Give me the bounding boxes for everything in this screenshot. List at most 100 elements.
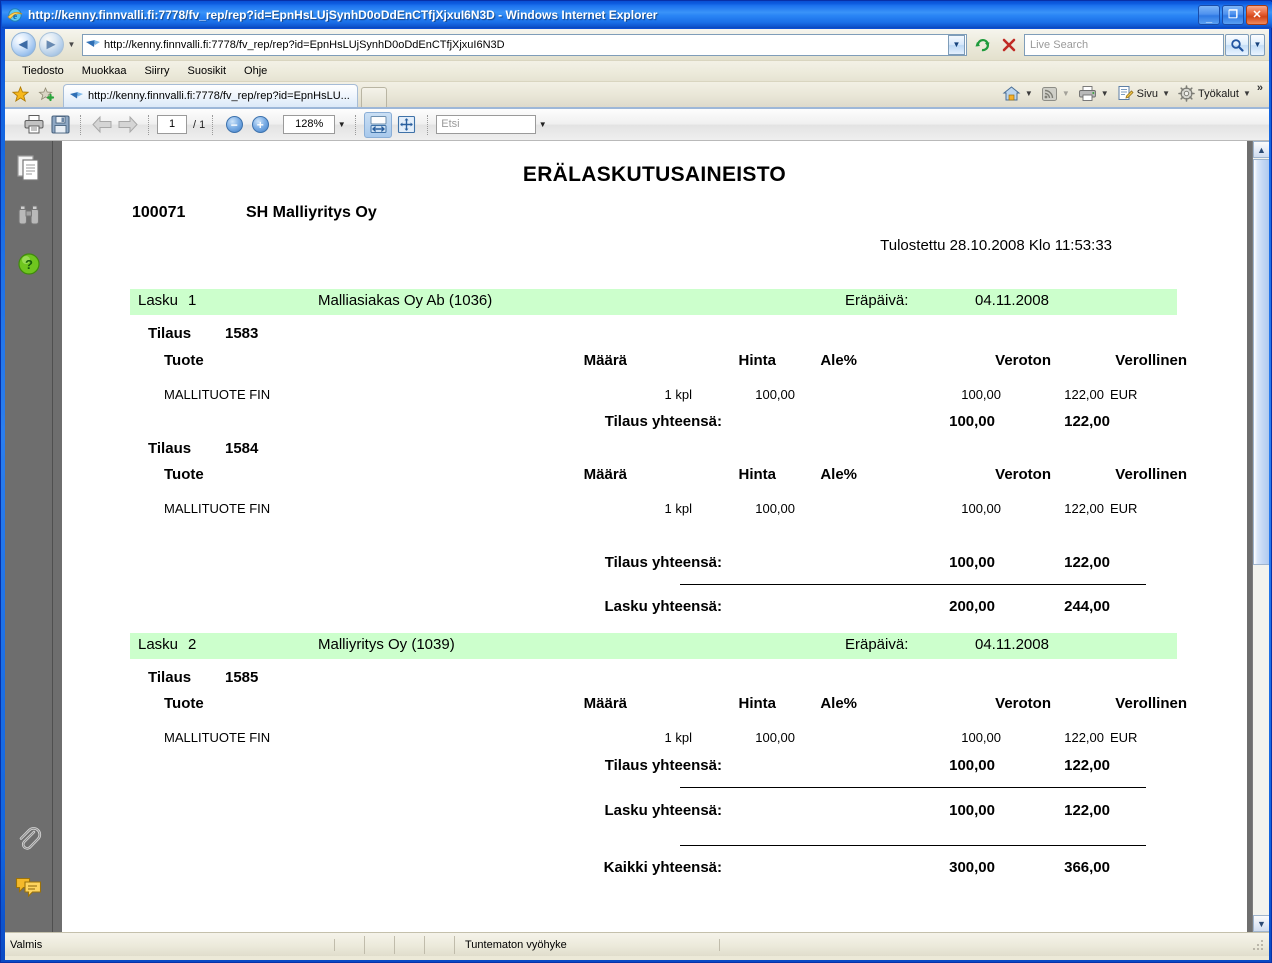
fit-page-button[interactable] [392, 112, 420, 138]
forward-button[interactable]: ► [37, 32, 65, 58]
page-title: ERÄLASKUTUSAINEISTO [522, 163, 787, 186]
favorites-center-star-icon[interactable] [9, 83, 31, 105]
tools-menu-button[interactable]: Työkalut ▼ [1176, 83, 1257, 105]
line-quantity: 1 kpl [664, 501, 692, 516]
command-overflow-icon[interactable]: » [1257, 82, 1263, 94]
menu-item-muokkaa[interactable]: Muokkaa [73, 63, 136, 79]
status-cell [425, 935, 455, 954]
print-button[interactable]: ▼ [1076, 83, 1115, 105]
feeds-button[interactable]: ▼ [1039, 83, 1076, 105]
invoice-total-label: Lasku yhteensä: [604, 802, 722, 819]
live-search-placeholder: Live Search [1030, 38, 1089, 51]
grand-total-label: Kaikki yhteensä: [603, 859, 722, 876]
find-input[interactable]: Etsi [436, 115, 537, 134]
maximize-button[interactable]: ❐ [1222, 5, 1244, 25]
back-arrow-icon: ◄ [10, 32, 36, 57]
search-icon[interactable] [1225, 33, 1249, 56]
invoice-total-gross: 244,00 [1064, 598, 1110, 615]
help-icon[interactable]: ? [14, 249, 44, 279]
order-total-gross: 122,00 [1064, 757, 1110, 774]
printed-timestamp: Tulostettu 28.10.2008 Klo 11:53:33 [880, 237, 1112, 254]
invoice-number: 2 [188, 636, 197, 653]
attachments-paperclip-icon[interactable] [14, 824, 44, 854]
page-menu-button[interactable]: Sivu ▼ [1115, 83, 1176, 105]
pdf-view-area: ? ERÄLASKUTUSAINEISTO 100071 SH Malliyri… [5, 141, 1269, 932]
pdf-save-button[interactable] [47, 113, 73, 137]
column-header-price: Hinta [738, 352, 777, 369]
toolbar-separator [427, 114, 429, 135]
zoom-chevron-down-icon[interactable]: ▼ [335, 116, 348, 134]
order-total-net: 100,00 [949, 413, 995, 430]
next-page-button[interactable] [115, 113, 141, 137]
invoice-total-net: 100,00 [949, 802, 995, 819]
close-button[interactable]: ✕ [1246, 5, 1268, 25]
scroll-up-button[interactable]: ▲ [1253, 141, 1269, 158]
menu-item-suosikit[interactable]: Suosikit [179, 63, 236, 79]
security-zone-label[interactable]: Tuntematon vyöhyke [455, 938, 720, 951]
page-chevron-down-icon[interactable]: ▼ [1162, 89, 1170, 98]
home-chevron-down-icon[interactable]: ▼ [1025, 89, 1033, 98]
scroll-down-button[interactable]: ▼ [1253, 915, 1269, 932]
toolbar-separator [355, 114, 357, 135]
resize-grip-icon[interactable] [1251, 938, 1265, 952]
recent-pages-chevron-down-icon[interactable]: ▼ [65, 33, 78, 57]
stop-button[interactable] [997, 33, 1021, 57]
add-to-favorites-icon[interactable] [35, 83, 57, 105]
column-header-price: Hinta [738, 466, 777, 483]
pages-panel-icon[interactable] [14, 153, 44, 183]
line-quantity: 1 kpl [664, 387, 692, 402]
pdf-print-button[interactable] [21, 113, 47, 137]
address-chevron-down-icon[interactable]: ▼ [948, 34, 965, 55]
line-product: MALLITUOTE FIN [164, 730, 271, 745]
column-header-product: Tuote [164, 466, 204, 483]
vertical-scrollbar[interactable]: ▲ ▼ [1252, 141, 1269, 932]
refresh-button[interactable] [971, 33, 995, 57]
tab-active[interactable]: http://kenny.finnvalli.fi:7778/fv_rep/re… [63, 84, 358, 107]
scrollbar-thumb[interactable] [1253, 159, 1269, 565]
tools-menu-label: Työkalut [1197, 87, 1239, 100]
zoom-in-button[interactable]: + [247, 113, 273, 137]
due-date-label: Eräpäivä: [845, 292, 909, 309]
fit-width-button[interactable] [364, 111, 393, 138]
feeds-chevron-down-icon: ▼ [1061, 89, 1070, 98]
due-date-value: 04.11.2008 [975, 292, 1049, 309]
zoom-level-input[interactable]: 128% [283, 115, 336, 134]
back-button[interactable]: ◄ [9, 32, 37, 58]
pdf-page-scroll-viewport[interactable]: ERÄLASKUTUSAINEISTO 100071 SH Malliyrity… [53, 141, 1252, 932]
zoom-out-button[interactable]: − [221, 113, 247, 137]
column-header-product: Tuote [164, 695, 204, 712]
print-chevron-down-icon[interactable]: ▼ [1101, 89, 1109, 98]
pdf-navigation-sidebar: ? [5, 141, 53, 932]
previous-page-button[interactable] [89, 113, 115, 137]
toolbar-separator [212, 114, 214, 135]
status-cell [395, 935, 425, 954]
page-number-input[interactable]: 1 [157, 115, 187, 134]
minimize-button[interactable]: _ [1198, 5, 1220, 25]
column-header-gross: Verollinen [1115, 695, 1187, 712]
comments-icon[interactable] [14, 872, 44, 902]
minimize-glyph: _ [1205, 11, 1213, 24]
find-chevron-down-icon[interactable]: ▼ [536, 116, 549, 134]
line-price: 100,00 [755, 501, 795, 516]
window-controls: _ ❐ ✕ [1198, 5, 1268, 25]
column-header-discount: Ale% [820, 466, 857, 483]
order-label: Tilaus [148, 440, 192, 457]
menu-item-tiedosto[interactable]: Tiedosto [13, 63, 73, 79]
new-tab-button[interactable] [360, 87, 387, 107]
tools-chevron-down-icon[interactable]: ▼ [1243, 89, 1251, 98]
column-header-quantity: Määrä [583, 352, 627, 369]
order-total-net: 100,00 [949, 554, 995, 571]
live-search-input[interactable]: Live Search [1024, 33, 1224, 56]
menu-item-siirry[interactable]: Siirry [135, 63, 178, 79]
home-button[interactable]: ▼ [1000, 83, 1039, 105]
order-total-gross: 122,00 [1064, 413, 1110, 430]
company-number: 100071 [132, 204, 186, 221]
address-input[interactable]: http://kenny.finnvalli.fi:7778/fv_rep/re… [82, 33, 967, 56]
window-title: http://kenny.finnvalli.fi:7778/fv_rep/re… [28, 8, 658, 22]
binoculars-search-icon[interactable] [14, 201, 44, 231]
close-glyph: ✕ [1252, 8, 1262, 21]
order-total-net: 100,00 [949, 757, 995, 774]
menu-item-ohje[interactable]: Ohje [235, 63, 276, 79]
search-chevron-down-icon[interactable]: ▼ [1250, 33, 1265, 56]
grand-total-net: 300,00 [949, 859, 995, 876]
